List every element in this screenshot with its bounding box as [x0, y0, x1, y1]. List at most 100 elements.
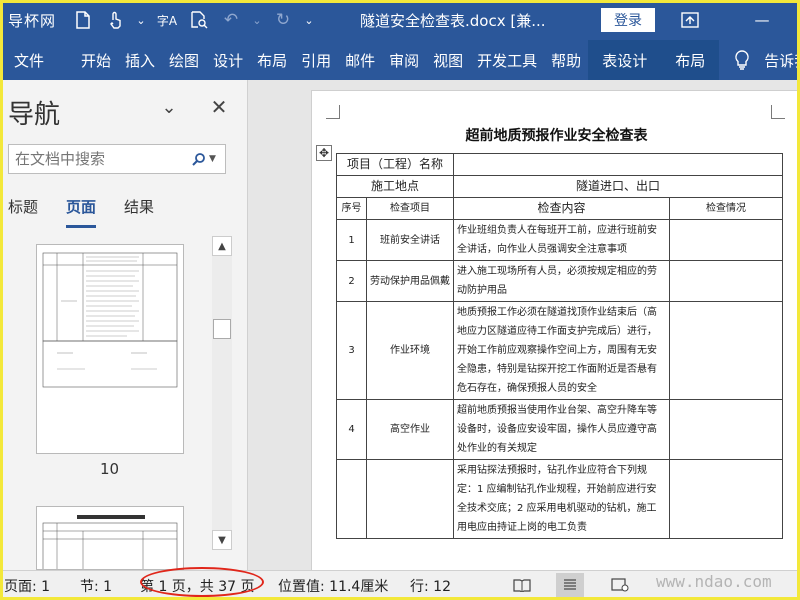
check-status[interactable] [669, 260, 784, 302]
page-thumbnail[interactable] [36, 244, 184, 454]
new-document-icon[interactable] [70, 7, 96, 33]
tab-file[interactable]: 文件 [0, 40, 74, 80]
check-content: 采用钻探法预报时，钻孔作业应符合下列规定：1 应编制钻孔作业规程，开始前应进行安… [453, 459, 671, 539]
table-row: 2 劳动保护用品佩戴 进入施工现场所有人员，必须按规定相应的劳动防护用品 [336, 260, 784, 302]
quick-access-toolbar: 导杯网 ⌄ 字A ↶ ⌄ ↻ ⌄ [0, 0, 322, 40]
search-input[interactable] [9, 150, 179, 168]
tab-home[interactable]: 开始 [74, 40, 118, 80]
table-row: 项目（工程）名称 [335, 153, 784, 176]
undo-icon[interactable]: ↶ [218, 7, 244, 33]
status-section[interactable]: 节: 1 [80, 576, 112, 596]
tab-design[interactable]: 设计 [206, 40, 250, 80]
project-name-label: 项目（工程）名称 [335, 153, 455, 176]
row-number: 3 [336, 301, 367, 400]
column-header: 序号 [336, 197, 367, 220]
column-header: 检查情况 [669, 197, 784, 220]
tab-view[interactable]: 视图 [426, 40, 470, 80]
highlight-ellipse [140, 567, 264, 597]
window-title: 隧道安全检查表.docx [兼... [360, 12, 546, 30]
document-heading: 超前地质预报作业安全检查表 [465, 128, 648, 144]
checklist-table[interactable]: 项目（工程）名称 施工地点 隧道进口、出口 序号 检查项目 检查内容 检查情况 … [335, 153, 784, 539]
check-content: 进入施工现场所有人员，必须按规定相应的劳动防护用品 [453, 260, 671, 302]
search-icon[interactable] [189, 149, 209, 169]
check-content: 超前地质预报当使用作业台架、高空升降车等设备时，设备应安设牢固，操作人员应遵守高… [453, 399, 671, 460]
check-item: 高空作业 [365, 399, 455, 460]
check-status[interactable] [669, 399, 784, 460]
scroll-up-icon[interactable]: ▲ [212, 236, 232, 256]
row-number: 4 [336, 399, 367, 460]
touch-mode-icon[interactable] [102, 7, 128, 33]
column-header: 检查项目 [365, 197, 455, 220]
chevron-down-icon[interactable]: ⌄ [134, 7, 148, 33]
tell-me-box[interactable]: 告诉我 [757, 40, 800, 80]
table-header-row: 序号 检查项目 检查内容 检查情况 [336, 197, 784, 220]
print-layout-icon[interactable] [556, 573, 584, 597]
page-thumbnail-number: 10 [100, 460, 120, 478]
table-move-handle-icon[interactable]: ✥ [316, 145, 332, 161]
status-page[interactable]: 页面: 1 [4, 576, 50, 596]
tab-mailings[interactable]: 邮件 [338, 40, 382, 80]
scroll-thumb[interactable] [213, 319, 231, 339]
read-mode-icon[interactable] [508, 573, 536, 597]
nav-tab-headings[interactable]: 标题 [8, 196, 38, 226]
check-status[interactable] [669, 459, 784, 539]
tab-layout[interactable]: 布局 [250, 40, 294, 80]
project-name-value[interactable] [453, 153, 784, 176]
margin-corner-mark [771, 105, 785, 119]
table-row: 采用钻探法预报时，钻孔作业应符合下列规定：1 应编制钻孔作业规程，开始前应进行安… [336, 459, 784, 539]
document-area: ✥ 超前地质预报作业安全检查表 项目（工程）名称 施工地点 隧道进口、出口 序号… [249, 80, 800, 570]
tab-review[interactable]: 审阅 [382, 40, 426, 80]
tab-help[interactable]: 帮助 [544, 40, 588, 80]
minimize-icon[interactable]: — [750, 8, 774, 32]
check-item: 班前安全讲话 [365, 219, 455, 261]
ribbon-display-options-icon[interactable] [678, 8, 702, 32]
chevron-down-icon[interactable]: ▼ [209, 154, 219, 164]
nav-tab-pages[interactable]: 页面 [66, 196, 97, 228]
logo-text: 导杯网 [8, 11, 57, 30]
table-row: 施工地点 隧道进口、出口 [335, 175, 784, 198]
margin-corner-mark [326, 105, 340, 119]
document-page[interactable]: ✥ 超前地质预报作业安全检查表 项目（工程）名称 施工地点 隧道进口、出口 序号… [311, 90, 800, 570]
location-label: 施工地点 [335, 175, 455, 198]
close-icon[interactable]: ✕ [208, 95, 230, 119]
nav-tab-results[interactable]: 结果 [124, 196, 154, 226]
check-status[interactable] [669, 301, 784, 400]
tab-table-layout[interactable]: 布局 [661, 40, 720, 80]
chevron-down-icon[interactable]: ⌄ [158, 96, 180, 118]
tab-draw[interactable]: 绘图 [162, 40, 206, 80]
table-row: 4 高空作业 超前地质预报当使用作业台架、高空升降车等设备时，设备应安设牢固，操… [336, 399, 784, 460]
status-position[interactable]: 位置值: 11.4厘米 [278, 576, 388, 596]
row-number: 2 [336, 260, 367, 302]
nav-pane-title: 导航 [8, 100, 61, 130]
login-button[interactable]: 登录 [601, 8, 655, 32]
title-bar: 导杯网 ⌄ 字A ↶ ⌄ ↻ ⌄ 隧道安全检查表.docx [兼... 登录 — [0, 0, 800, 40]
ribbon-tabs: 文件 开始 插入 绘图 设计 布局 引用 邮件 审阅 视图 开发工具 帮助 表设… [0, 40, 800, 80]
tab-references[interactable]: 引用 [294, 40, 338, 80]
check-item [365, 459, 455, 539]
check-content: 作业班组负责人在每班开工前，应进行班前安全讲话，向作业人员强调安全注意事项 [453, 219, 671, 261]
check-status[interactable] [669, 219, 784, 261]
table-row: 3 作业环境 地质预报工作必须在隧道找顶作业结束后（高地应力区隧道应待工作面支护… [336, 301, 784, 400]
check-content: 地质预报工作必须在隧道找顶作业结束后（高地应力区隧道应待工作面支护完成后）进行，… [453, 301, 671, 400]
find-document-icon[interactable] [186, 7, 212, 33]
watermark-text: www.ndao.com [656, 572, 772, 591]
lightbulb-icon[interactable] [727, 40, 757, 80]
row-number [336, 459, 367, 539]
chevron-down-icon[interactable]: ⌄ [302, 7, 316, 33]
table-row: 1 班前安全讲话 作业班组负责人在每班开工前，应进行班前安全讲话，向作业人员强调… [336, 219, 784, 261]
web-layout-icon[interactable] [606, 573, 634, 597]
tab-developer[interactable]: 开发工具 [470, 40, 544, 80]
page-thumbnail[interactable] [36, 506, 184, 570]
redo-icon[interactable]: ↻ [270, 7, 296, 33]
status-line[interactable]: 行: 12 [410, 576, 451, 596]
tab-table-design[interactable]: 表设计 [588, 40, 662, 80]
nav-scrollbar[interactable]: ▲ ▼ [212, 236, 232, 550]
row-number: 1 [336, 219, 367, 261]
tab-insert[interactable]: 插入 [118, 40, 162, 80]
spelling-check-icon[interactable]: 字A [154, 7, 180, 33]
location-value: 隧道进口、出口 [453, 175, 784, 198]
nav-search-box: ▼ [8, 144, 226, 174]
scroll-down-icon[interactable]: ▼ [212, 530, 232, 550]
check-item: 作业环境 [365, 301, 455, 400]
chevron-down-icon[interactable]: ⌄ [250, 7, 264, 33]
